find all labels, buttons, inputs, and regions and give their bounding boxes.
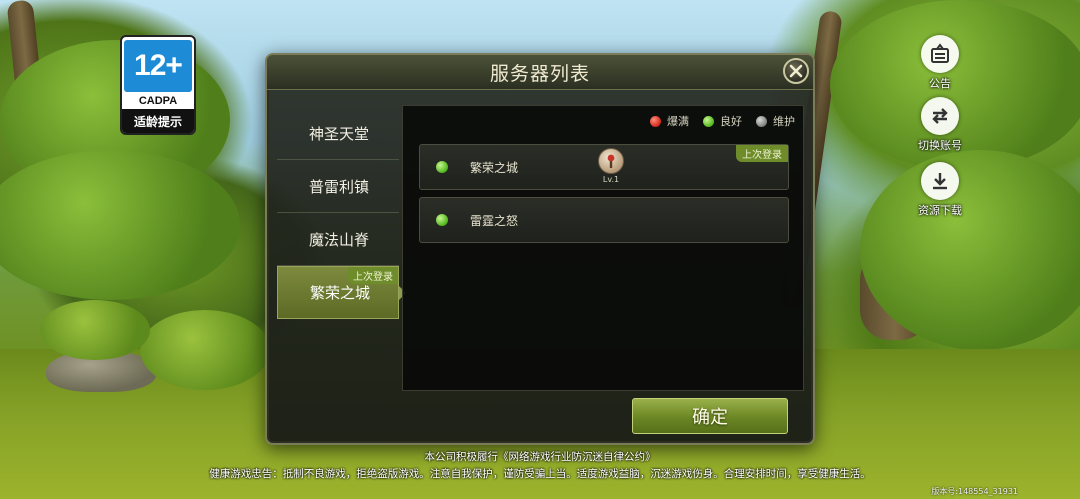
- dialog-header: 服务器列表: [267, 55, 813, 90]
- notice-label: 公告: [929, 77, 951, 90]
- close-button[interactable]: [783, 58, 809, 84]
- confirm-button[interactable]: 确定: [632, 398, 788, 434]
- server-name: 繁荣之城: [470, 160, 519, 175]
- region-item-puleili[interactable]: 普雷利镇: [277, 160, 399, 213]
- character-icon: [598, 148, 624, 174]
- download-icon: [921, 162, 959, 200]
- switch-account-button[interactable]: 切换账号: [910, 97, 970, 153]
- version-number: 版本号:148554_31931: [931, 487, 1018, 496]
- status-legend: 爆满 良好 维护: [650, 113, 795, 129]
- legend-label: 维护: [773, 115, 795, 128]
- region-item-shensheng[interactable]: 神圣天堂: [277, 107, 399, 160]
- server-row-leiting[interactable]: 雷霆之怒: [419, 197, 789, 243]
- notice-button[interactable]: 公告: [910, 35, 970, 91]
- last-login-badge: 上次登录: [736, 145, 788, 162]
- region-item-mofa[interactable]: 魔法山脊: [277, 213, 399, 266]
- legend-label: 良好: [720, 115, 742, 128]
- legend-maintenance: 维护: [756, 113, 795, 129]
- download-label: 资源下载: [918, 204, 962, 217]
- server-list-dialog: 服务器列表 神圣天堂 普雷利镇 魔法山脊 上次登录 繁荣之城 爆满 良好 维护 …: [265, 53, 815, 445]
- status-good-icon: [703, 115, 714, 127]
- server-row-fanrong[interactable]: 繁荣之城 Lv.1 上次登录: [419, 144, 789, 190]
- notice-icon: [921, 35, 959, 73]
- age-rating-badge: 12+ CADPA 适龄提示: [120, 35, 196, 135]
- status-good-icon: [436, 161, 448, 173]
- dialog-title: 服务器列表: [489, 62, 590, 85]
- character-avatar: Lv.1: [598, 148, 624, 184]
- region-label: 普雷利镇: [309, 177, 370, 196]
- download-button[interactable]: 资源下载: [910, 162, 970, 218]
- health-advice: 健康游戏忠告：抵制不良游戏，拒绝盗版游戏。注意自我保护，谨防受骗上当。适度游戏益…: [209, 468, 871, 480]
- server-panel: 爆满 良好 维护 繁荣之城 Lv.1 上次登录 雷霆之怒: [402, 105, 804, 391]
- close-icon: [789, 64, 803, 78]
- region-item-fanrong[interactable]: 上次登录 繁荣之城: [277, 266, 406, 319]
- character-level: Lv.1: [602, 175, 620, 184]
- legend-label: 爆满: [667, 115, 689, 128]
- switch-account-label: 切换账号: [918, 139, 962, 152]
- switch-account-icon: [921, 97, 959, 135]
- status-full-icon: [650, 115, 661, 127]
- status-good-icon: [436, 214, 448, 226]
- last-login-badge: 上次登录: [348, 267, 398, 284]
- legend-good: 良好: [703, 113, 742, 129]
- anti-addiction-notice: 本公司积极履行《网络游戏行业防沉迷自律公约》: [424, 451, 656, 463]
- server-name: 雷霆之怒: [470, 213, 519, 228]
- region-list: 神圣天堂 普雷利镇 魔法山脊 上次登录 繁荣之城: [277, 107, 406, 319]
- age-rating-tip: 适龄提示: [122, 109, 194, 133]
- status-maintenance-icon: [756, 115, 767, 127]
- region-label: 繁荣之城: [310, 284, 371, 302]
- age-rating-org: CADPA: [138, 95, 178, 107]
- region-label: 神圣天堂: [309, 124, 370, 143]
- legend-full: 爆满: [650, 113, 689, 129]
- region-label: 魔法山脊: [309, 230, 370, 249]
- age-rating-number: 12+: [124, 40, 192, 92]
